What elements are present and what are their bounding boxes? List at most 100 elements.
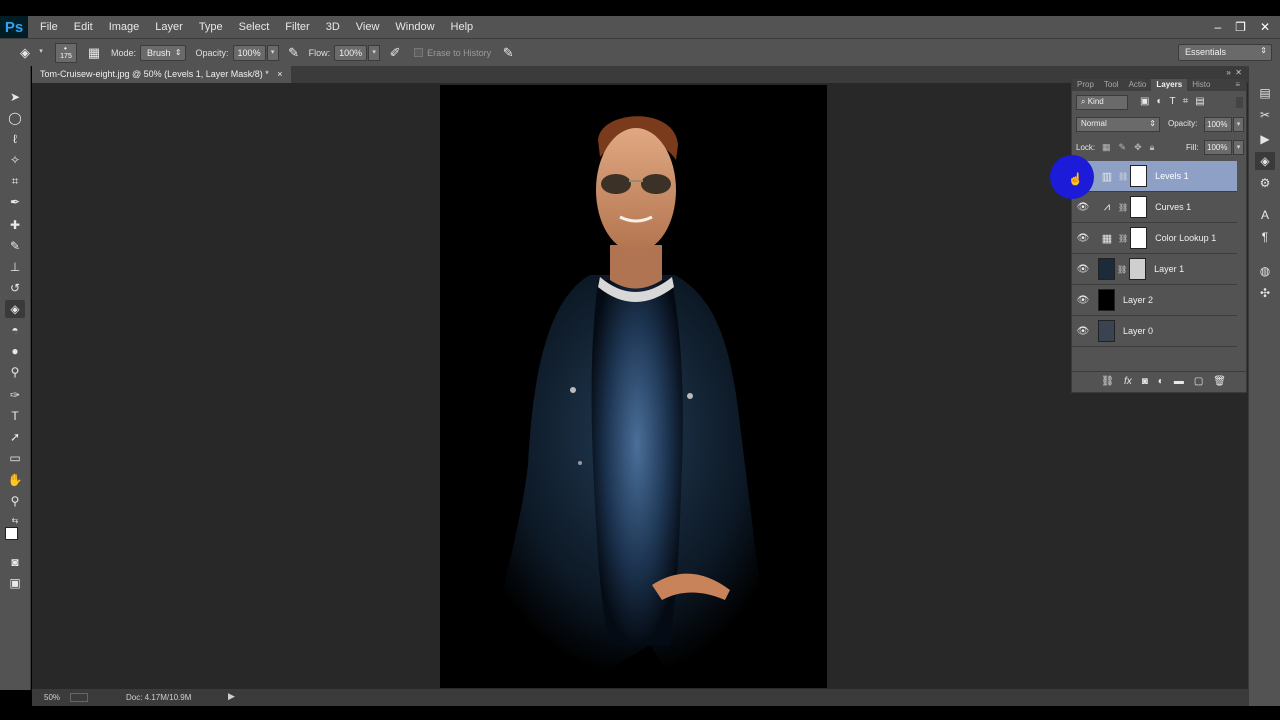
new-layer-icon[interactable]: ▢ [1194, 376, 1203, 387]
actions-panel-icon[interactable]: ▶ [1255, 130, 1275, 148]
paths-panel-icon[interactable]: ✣ [1255, 284, 1275, 302]
layer-row-layer-0[interactable]: 👁︎ Layer 0 [1072, 316, 1237, 347]
layer-mask-thumbnail[interactable] [1129, 258, 1147, 280]
eraser-tool-icon[interactable]: ◈ [5, 300, 25, 318]
lock-transparent-icon[interactable]: ▦ [1102, 142, 1111, 153]
paint-bucket-icon[interactable]: ◓ [5, 321, 25, 339]
layer-name[interactable]: Layer 2 [1123, 295, 1153, 305]
zoom-level[interactable]: 50% [44, 693, 60, 702]
layers-panel-icon[interactable]: ◈ [1255, 152, 1275, 170]
filter-type-icon[interactable]: T [1170, 96, 1176, 107]
mask-link-icon[interactable]: ⛓︎ [1117, 265, 1127, 274]
layer-opacity-slider-toggle[interactable]: ▾ [1233, 117, 1244, 132]
filter-pixel-icon[interactable]: ▣ [1140, 96, 1149, 107]
menu-3d[interactable]: 3D [318, 16, 348, 38]
fill-input[interactable]: 100% [1204, 140, 1232, 155]
close-icon[interactable]: ✕ [1260, 20, 1270, 34]
history-brush-icon[interactable]: ↺ [5, 279, 25, 297]
layer-name[interactable]: Layer 1 [1154, 264, 1184, 274]
delete-layer-icon[interactable]: 🗑︎ [1213, 376, 1226, 387]
minimize-icon[interactable]: – [1214, 20, 1221, 34]
filter-smart-object-icon[interactable]: ▤ [1195, 96, 1204, 107]
panel-menu-icon[interactable]: ≡ [1235, 79, 1246, 91]
layer-thumbnail[interactable] [1098, 258, 1115, 280]
new-group-icon[interactable]: ▬ [1174, 376, 1184, 387]
filter-toggle[interactable] [1236, 97, 1243, 108]
hand-tool-icon[interactable]: ✋ [5, 471, 25, 489]
layer-name[interactable]: Layer 0 [1123, 326, 1153, 336]
quick-selection-icon[interactable]: ✧ [5, 151, 25, 169]
brush-tool-icon[interactable]: ✎ [5, 237, 25, 255]
menu-view[interactable]: View [348, 16, 388, 38]
restore-icon[interactable]: ❐ [1235, 20, 1246, 34]
status-preview-icon[interactable] [70, 693, 88, 702]
mask-link-icon[interactable]: ⛓︎ [1118, 203, 1128, 212]
menu-select[interactable]: Select [231, 16, 278, 38]
layer-row-color-lookup-1[interactable]: 👁︎ ▦ ⛓︎ Color Lookup 1 [1072, 223, 1237, 254]
eraser-tool-preset-icon[interactable]: ◈ [16, 44, 34, 62]
visibility-eye-icon[interactable]: 👁︎ [1072, 326, 1094, 337]
menu-help[interactable]: Help [443, 16, 482, 38]
mode-dropdown[interactable]: Brush [140, 44, 186, 61]
tab-layers[interactable]: Layers [1151, 79, 1188, 91]
menu-layer[interactable]: Layer [147, 16, 191, 38]
layer-mask-thumbnail[interactable] [1130, 227, 1148, 249]
layer-mask-thumbnail[interactable] [1130, 165, 1148, 187]
chevron-down-icon[interactable]: ▾ [35, 45, 47, 61]
paragraph-panel-icon[interactable]: ¶ [1255, 228, 1275, 246]
menu-type[interactable]: Type [191, 16, 231, 38]
rectangle-tool-icon[interactable]: ▭ [5, 449, 25, 467]
layer-opacity-input[interactable]: 100% [1204, 117, 1232, 132]
tab-history[interactable]: Histo [1187, 79, 1215, 91]
layer-name[interactable]: Color Lookup 1 [1155, 233, 1216, 243]
layer-thumbnail[interactable] [1098, 320, 1115, 342]
brush-size-picker[interactable]: • 175 [55, 42, 77, 63]
menu-file[interactable]: File [32, 16, 66, 38]
workspace-dropdown[interactable]: Essentials [1178, 44, 1272, 61]
layer-name[interactable]: Curves 1 [1155, 202, 1191, 212]
pen-tool-icon[interactable]: ✑ [5, 386, 25, 404]
new-adjustment-icon[interactable]: ◐ [1158, 376, 1164, 387]
brush-panel-icon[interactable]: ▦ [85, 44, 103, 62]
filter-adjustment-icon[interactable]: ◐ [1156, 96, 1162, 107]
lock-image-icon[interactable]: ✎ [1119, 142, 1127, 153]
erase-history-checkbox[interactable] [414, 48, 424, 57]
filter-shape-icon[interactable]: ⌗ [1183, 96, 1189, 107]
tab-properties[interactable]: Prop [1072, 79, 1099, 91]
elliptical-marquee-icon[interactable]: ◯ [5, 109, 25, 127]
history-panel-icon[interactable]: ▤ [1255, 84, 1275, 102]
clone-stamp-icon[interactable]: ⊥ [5, 258, 25, 276]
mask-link-icon[interactable]: ⛓︎ [1118, 172, 1128, 181]
eyedropper-icon[interactable]: ✒ [5, 193, 25, 211]
type-tool-icon[interactable]: T [5, 407, 25, 425]
layer-row-layer-1[interactable]: 👁︎ ⛓︎ Layer 1 [1072, 254, 1237, 285]
layer-filter-dropdown[interactable]: ⌕ Kind [1076, 95, 1128, 110]
pressure-opacity-icon[interactable]: ✎ [285, 44, 303, 62]
layer-name[interactable]: Levels 1 [1155, 171, 1189, 181]
flow-input[interactable]: 100% [334, 44, 368, 61]
zoom-tool-icon[interactable]: ⚲ [5, 492, 25, 510]
crop-tool-icon[interactable]: ⌗ [5, 172, 25, 190]
blend-mode-dropdown[interactable]: Normal ⇕ [1076, 117, 1160, 132]
lock-all-icon[interactable]: 🔒︎ [1150, 142, 1155, 153]
opacity-input[interactable]: 100% [232, 44, 266, 61]
pressure-size-icon[interactable]: ✎ [499, 44, 517, 62]
fill-slider-toggle[interactable]: ▾ [1233, 140, 1244, 155]
tool-presets-icon[interactable]: ✂ [1255, 106, 1275, 124]
layer-thumbnail[interactable] [1098, 289, 1115, 311]
airbrush-icon[interactable]: ✐ [386, 44, 404, 62]
add-mask-icon[interactable]: ◙ [1142, 376, 1148, 387]
close-tab-icon[interactable]: × [277, 69, 282, 79]
tab-actions[interactable]: Actio [1124, 79, 1152, 91]
opacity-slider-toggle[interactable]: ▾ [266, 44, 279, 61]
quick-mask-icon[interactable]: ◙ [5, 553, 25, 571]
document-tab[interactable]: Tom-Cruisew-eight.jpg @ 50% (Levels 1, L… [32, 66, 291, 83]
visibility-eye-icon[interactable]: 👁︎ [1072, 295, 1094, 306]
mask-link-icon[interactable]: ⛓︎ [1118, 234, 1128, 243]
link-layers-icon[interactable]: ⛓︎ [1101, 376, 1114, 387]
healing-brush-icon[interactable]: ✚ [5, 216, 25, 234]
canvas-image[interactable] [440, 85, 827, 688]
panel-collapse-icon[interactable]: » ✕ [1226, 68, 1242, 77]
visibility-eye-icon[interactable]: 👁︎ [1072, 233, 1094, 244]
lock-position-icon[interactable]: ✥ [1134, 142, 1142, 153]
